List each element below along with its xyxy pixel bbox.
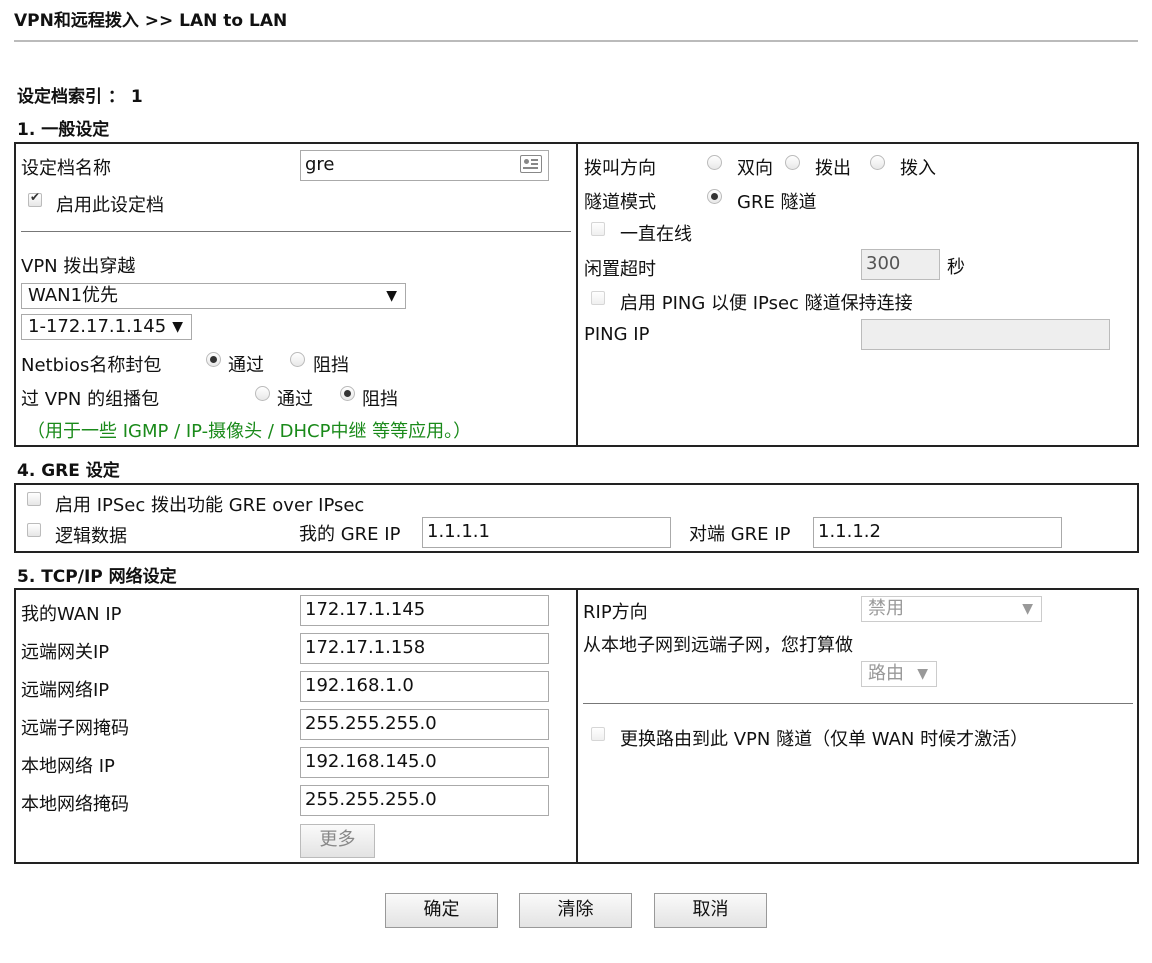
multicast-block-label: 阻挡: [362, 389, 398, 410]
local-network-value: 192.168.145.0: [305, 751, 437, 772]
ping-enable-checkbox[interactable]: [591, 291, 605, 305]
wan-priority-select[interactable]: WAN1优先 ▼: [21, 283, 406, 309]
section-tcpip-title: 5. TCP/IP 网络设定: [17, 567, 177, 587]
always-on-checkbox[interactable]: [591, 222, 605, 236]
route-mode-value: 路由: [868, 663, 904, 684]
remote-network-value: 192.168.1.0: [305, 675, 414, 696]
clear-button[interactable]: 清除: [519, 893, 632, 928]
profile-index: 设定档索引 ： 1: [17, 87, 143, 107]
my-gre-ip-label: 我的 GRE IP: [299, 524, 401, 545]
title-divider: [14, 40, 1138, 42]
netbios-label: Netbios名称封包: [21, 355, 162, 376]
chevron-down-icon: ▼: [386, 288, 397, 304]
general-left-separator: [21, 231, 571, 232]
change-route-label: 更换路由到此 VPN 隧道（仅单 WAN 时候才激活）: [620, 729, 1029, 750]
ip-select[interactable]: 1-172.17.1.145 ▼: [21, 314, 192, 340]
from-local-label: 从本地子网到远端子网，您打算做: [583, 635, 853, 656]
my-wan-ip-value: 172.17.1.145: [305, 599, 426, 620]
tunnel-gre-label: GRE 隧道: [737, 192, 817, 213]
cancel-button[interactable]: 取消: [654, 893, 767, 928]
gre-ipsec-label: 启用 IPSec 拨出功能 GRE over IPsec: [55, 495, 365, 516]
multicast-pass-label: 通过: [277, 389, 313, 410]
route-mode-select[interactable]: 路由 ▼: [861, 661, 937, 687]
remote-mask-input[interactable]: 255.255.255.0: [300, 709, 549, 740]
profile-name-label: 设定档名称: [21, 158, 111, 179]
multicast-pass-radio[interactable]: [255, 386, 270, 401]
rip-direction-label: RIP方向: [583, 602, 648, 623]
local-mask-value: 255.255.255.0: [305, 789, 437, 810]
chevron-down-icon: ▼: [1022, 601, 1033, 617]
ping-ip-label: PING IP: [584, 324, 650, 345]
logic-data-checkbox[interactable]: [27, 523, 41, 537]
peer-gre-ip-label: 对端 GRE IP: [689, 524, 791, 545]
local-mask-label: 本地网络掩码: [21, 794, 129, 815]
my-wan-ip-label: 我的WAN IP: [21, 604, 122, 625]
my-gre-ip-value: 1.1.1.1: [427, 521, 490, 542]
netbios-block-radio[interactable]: [290, 352, 305, 367]
chevron-down-icon: ▼: [917, 666, 928, 682]
change-route-checkbox[interactable]: [591, 727, 605, 741]
ok-button[interactable]: 确定: [385, 893, 498, 928]
dir-out-radio[interactable]: [785, 155, 800, 170]
peer-gre-ip-input[interactable]: 1.1.1.2: [813, 517, 1062, 548]
remote-mask-value: 255.255.255.0: [305, 713, 437, 734]
multicast-label: 过 VPN 的组播包: [21, 389, 160, 410]
rip-direction-select[interactable]: 禁用 ▼: [861, 596, 1042, 622]
dir-in-label: 拨入: [900, 158, 936, 179]
peer-gre-ip-value: 1.1.1.2: [818, 521, 881, 542]
multicast-note: （用于一些 IGMP / IP-摄像头 / DHCP中继 等等应用。）: [27, 421, 472, 442]
local-network-label: 本地网络 IP: [21, 756, 115, 777]
dir-both-radio[interactable]: [707, 155, 722, 170]
multicast-block-radio[interactable]: [340, 386, 355, 401]
contact-card-icon: [520, 155, 542, 173]
enable-profile-label: 启用此设定档: [56, 195, 164, 216]
remote-network-label: 远端网络IP: [21, 680, 110, 701]
page-title: VPN和远程拨入 >> LAN to LAN: [14, 11, 288, 31]
tcpip-right-separator: [583, 703, 1133, 704]
dir-both-label: 双向: [737, 158, 773, 179]
remote-gateway-label: 远端网关IP: [21, 642, 110, 663]
profile-name-value: gre: [305, 154, 335, 175]
profile-name-input[interactable]: gre: [300, 150, 549, 181]
tunnel-mode-label: 隧道模式: [584, 192, 656, 213]
general-divider: [576, 142, 578, 447]
section-general-title: 1. 一般设定: [17, 120, 110, 140]
gre-ipsec-checkbox[interactable]: [27, 492, 41, 506]
ping-ip-input[interactable]: [861, 319, 1110, 350]
vpn-dialout-label: VPN 拨出穿越: [21, 256, 136, 277]
idle-timeout-value: 300: [866, 253, 901, 274]
my-wan-ip-input[interactable]: 172.17.1.145: [300, 595, 549, 626]
idle-timeout-unit: 秒: [947, 257, 965, 278]
idle-timeout-label: 闲置超时: [584, 259, 656, 280]
dial-direction-label: 拨叫方向: [584, 158, 656, 179]
dir-out-label: 拨出: [815, 158, 851, 179]
tcpip-divider: [576, 588, 578, 864]
logic-data-label: 逻辑数据: [55, 526, 127, 547]
section-gre-title: 4. GRE 设定: [17, 461, 120, 481]
local-network-input[interactable]: 192.168.145.0: [300, 747, 549, 778]
rip-direction-value: 禁用: [868, 598, 904, 619]
remote-gateway-value: 172.17.1.158: [305, 637, 426, 658]
ip-select-value: 1-172.17.1.145: [28, 316, 167, 337]
netbios-pass-label: 通过: [228, 355, 264, 376]
more-button[interactable]: 更多: [300, 824, 375, 858]
wan-priority-value: WAN1优先: [28, 285, 119, 306]
netbios-block-label: 阻挡: [313, 355, 349, 376]
ping-enable-label: 启用 PING 以便 IPsec 隧道保持连接: [620, 293, 913, 314]
idle-timeout-input[interactable]: 300: [861, 249, 940, 280]
my-gre-ip-input[interactable]: 1.1.1.1: [422, 517, 671, 548]
chevron-down-icon: ▼: [172, 319, 183, 335]
remote-mask-label: 远端子网掩码: [21, 718, 129, 739]
remote-network-input[interactable]: 192.168.1.0: [300, 671, 549, 702]
dir-in-radio[interactable]: [870, 155, 885, 170]
always-on-label: 一直在线: [620, 224, 692, 245]
local-mask-input[interactable]: 255.255.255.0: [300, 785, 549, 816]
tunnel-gre-radio[interactable]: [707, 189, 722, 204]
netbios-pass-radio[interactable]: [206, 352, 221, 367]
remote-gateway-input[interactable]: 172.17.1.158: [300, 633, 549, 664]
enable-profile-checkbox[interactable]: [28, 190, 42, 207]
